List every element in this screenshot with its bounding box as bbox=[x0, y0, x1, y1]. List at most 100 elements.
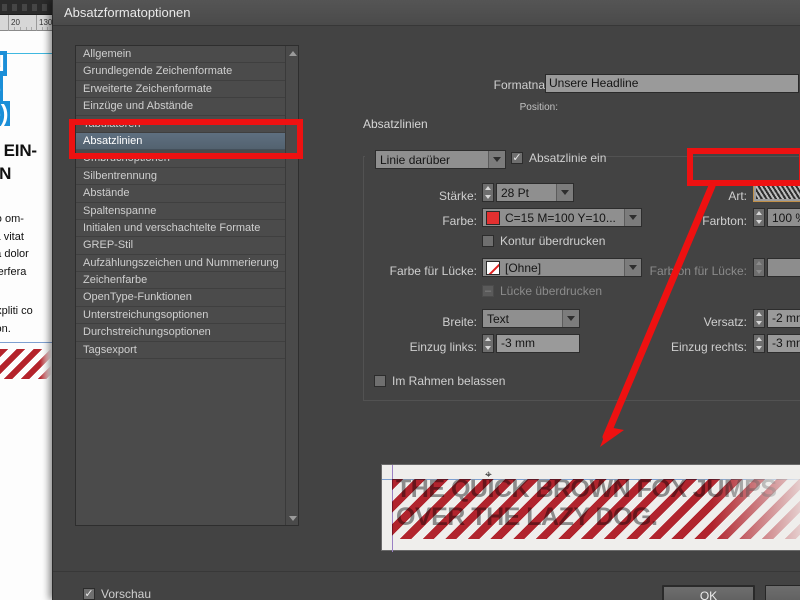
mouse-cursor-icon: ⌖ bbox=[485, 467, 492, 481]
sidebar-item-7[interactable]: Silbentrennung bbox=[76, 168, 285, 186]
overprint-stroke-checkbox[interactable]: Kontur überdrucken bbox=[482, 234, 605, 248]
rule-enabled-checkbox[interactable]: ✓ Absatzlinie ein bbox=[511, 151, 606, 165]
chevron-down-icon[interactable] bbox=[624, 209, 641, 226]
offset-stepper[interactable] bbox=[753, 309, 765, 328]
width-dropdown[interactable]: Text bbox=[482, 309, 580, 328]
category-list[interactable]: Allgemein Grundlegende Zeichenformate Erwe… bbox=[75, 45, 299, 526]
document-body-text-2: expliti co con. bbox=[0, 303, 52, 338]
tint-label: Farbton: bbox=[702, 214, 747, 228]
sidebar-item-6[interactable]: Umbruchoptionen bbox=[76, 150, 285, 168]
overprint-stroke-label: Kontur überdrucken bbox=[500, 234, 606, 248]
ruler-tick-label: 20 bbox=[11, 18, 20, 27]
indent-right-stepper[interactable] bbox=[753, 334, 765, 353]
rule-preview: THE QUICK BROWN FOX JUMPS OVER THE LAZY … bbox=[381, 464, 800, 552]
body-line: expliti co bbox=[0, 305, 33, 317]
gap-color-value: [Ohne] bbox=[505, 260, 542, 275]
type-pattern-dropdown[interactable] bbox=[753, 183, 800, 202]
document-body-text: ero om- dia vitat ata dolor exerfera bbox=[0, 211, 52, 281]
tint-stepper[interactable] bbox=[753, 208, 765, 227]
rule-position-value: Linie darüber bbox=[380, 152, 451, 167]
checkbox-box[interactable]: ✓ bbox=[511, 152, 523, 164]
indent-left-input[interactable]: -3 mm bbox=[496, 334, 580, 353]
paragraph-style-options-dialog: Absatzformatoptionen Allgemein Grundlegen… bbox=[52, 0, 800, 600]
chevron-down-icon[interactable] bbox=[562, 310, 579, 327]
weight-dropdown[interactable]: 28 Pt bbox=[496, 183, 574, 202]
cancel-button[interactable]: Abb bbox=[765, 585, 800, 600]
body-line: exerfera bbox=[0, 265, 27, 278]
sidebar-item-1[interactable]: Grundlegende Zeichenformate bbox=[76, 63, 285, 81]
color-value: C=15 M=100 Y=10... bbox=[505, 210, 616, 225]
chevron-down-icon[interactable] bbox=[624, 259, 641, 276]
tint-value: 100 % bbox=[772, 210, 800, 225]
gap-color-label: Farbe für Lücke: bbox=[389, 264, 477, 278]
checkbox-box[interactable] bbox=[374, 375, 386, 387]
ruler-tick-label: 130 bbox=[39, 18, 53, 27]
offset-input[interactable]: -2 mm bbox=[767, 309, 800, 328]
tint-dropdown[interactable]: 100 % bbox=[767, 208, 800, 227]
format-name-input[interactable]: Unsere Headline bbox=[545, 74, 799, 93]
highlighted-text-block: N – –) bbox=[0, 51, 52, 126]
overprint-gap-label: Lücke überdrucken bbox=[500, 284, 603, 298]
keep-in-frame-checkbox[interactable]: Im Rahmen belassen bbox=[374, 374, 505, 388]
width-label: Breite: bbox=[442, 315, 477, 329]
highlighted-line: –) bbox=[0, 101, 11, 126]
body-line: dia vitat bbox=[0, 230, 24, 243]
chevron-down-icon[interactable] bbox=[556, 184, 573, 201]
body-line: ata dolor bbox=[0, 248, 29, 260]
sidebar-item-10[interactable]: Initialen und verschachtelte Formate bbox=[76, 220, 285, 238]
headline-line: E EIN- bbox=[0, 141, 37, 160]
position-label: Position: bbox=[519, 102, 558, 113]
sidebar-item-5[interactable]: Absatzlinien bbox=[76, 132, 285, 151]
ok-button[interactable]: OK bbox=[662, 585, 755, 600]
body-line: con. bbox=[0, 322, 11, 335]
category-list-items[interactable]: Allgemein Grundlegende Zeichenformate Erwe… bbox=[76, 46, 285, 525]
sidebar-item-9[interactable]: Spaltenspanne bbox=[76, 203, 285, 220]
scroll-down-icon[interactable] bbox=[286, 512, 299, 524]
document-page[interactable]: N – –) E EIN- EN I. ero om- dia vitat at… bbox=[0, 31, 52, 600]
none-swatch-icon bbox=[486, 260, 500, 275]
sidebar-item-14[interactable]: OpenType-Funktionen bbox=[76, 289, 285, 307]
highlighted-line: N bbox=[0, 51, 7, 76]
rule-position-dropdown[interactable]: Linie darüber bbox=[375, 150, 506, 169]
dialog-title: Absatzformatoptionen bbox=[64, 5, 191, 20]
sidebar-item-13[interactable]: Zeichenfarbe bbox=[76, 272, 285, 290]
sidebar-item-11[interactable]: GREP-Stil bbox=[76, 237, 285, 255]
category-list-scrollbar[interactable] bbox=[285, 46, 298, 525]
headline-line: EN bbox=[0, 164, 12, 183]
sidebar-item-2[interactable]: Erweiterte Zeichenformate bbox=[76, 81, 285, 99]
preview-checkbox[interactable]: ✓ Vorschau bbox=[83, 587, 151, 600]
weight-stepper[interactable] bbox=[482, 183, 494, 202]
indent-right-input[interactable]: -3 mm bbox=[767, 334, 800, 353]
checkbox-box[interactable]: ✓ bbox=[83, 588, 95, 600]
preview-rule-fade bbox=[712, 479, 800, 539]
gap-tint-label: Farbton für Lücke: bbox=[649, 264, 747, 278]
sidebar-item-16[interactable]: Durchstreichungsoptionen bbox=[76, 324, 285, 342]
body-line: ero om- bbox=[0, 213, 24, 225]
gap-tint-stepper[interactable] bbox=[753, 258, 765, 277]
overprint-gap-checkbox[interactable]: – Lücke überdrucken bbox=[482, 284, 602, 298]
indent-left-stepper[interactable] bbox=[482, 334, 494, 353]
sidebar-item-17[interactable]: Tagsexport bbox=[76, 342, 285, 360]
gap-tint-dropdown[interactable] bbox=[767, 258, 800, 277]
checkbox-box[interactable] bbox=[482, 235, 494, 247]
color-swatch-icon bbox=[486, 210, 500, 225]
color-dropdown[interactable]: C=15 M=100 Y=10... bbox=[482, 208, 642, 227]
sidebar-item-12[interactable]: Aufzählungszeichen und Nummerierung bbox=[76, 255, 285, 273]
sidebar-item-0[interactable]: Allgemein bbox=[76, 46, 285, 64]
preview-checkbox-label: Vorschau bbox=[101, 587, 152, 600]
sidebar-item-15[interactable]: Unterstreichungsoptionen bbox=[76, 307, 285, 325]
dialog-body: Allgemein Grundlegende Zeichenformate Erwe… bbox=[53, 26, 800, 600]
gap-color-dropdown[interactable]: [Ohne] bbox=[482, 258, 642, 277]
scroll-up-icon[interactable] bbox=[286, 47, 299, 59]
sidebar-item-8[interactable]: Abstände bbox=[76, 185, 285, 203]
chevron-down-icon[interactable] bbox=[488, 151, 505, 168]
sidebar-item-3[interactable]: Einzüge und Abstände bbox=[76, 98, 285, 116]
dialog-titlebar[interactable]: Absatzformatoptionen bbox=[53, 0, 800, 26]
weight-value: 28 Pt bbox=[501, 185, 530, 200]
sidebar-item-4[interactable]: Tabulatoren bbox=[76, 116, 285, 133]
headline-line: I. bbox=[0, 185, 52, 208]
rule-fade-mask bbox=[40, 349, 52, 379]
color-label: Farbe: bbox=[442, 214, 477, 228]
section-title: Absatzlinien bbox=[363, 117, 428, 131]
checkbox-box[interactable]: – bbox=[482, 285, 494, 297]
